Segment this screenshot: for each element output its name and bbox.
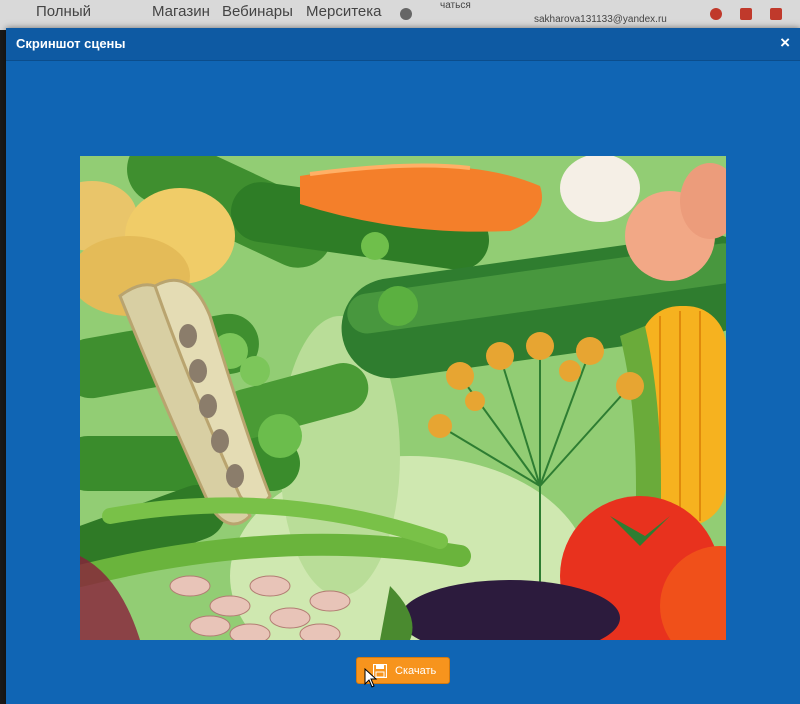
bg-settings-icon[interactable] (740, 8, 752, 20)
screenshot-modal: Скриншот сцены × Скачать (6, 28, 800, 704)
modal-title: Скриншот сцены (16, 36, 126, 51)
background-page-nav: Полный Магазин Вебинары Мерситека чаться… (0, 0, 800, 30)
bg-notification-icon[interactable] (710, 8, 722, 20)
close-button[interactable]: × (780, 33, 790, 53)
bg-user-email: sakharova131133@yandex.ru (534, 14, 667, 25)
bg-nav-item-library[interactable]: Мерситека (306, 3, 382, 20)
bg-nav-item-webinars[interactable]: Вебинары (222, 3, 293, 20)
mouse-cursor-icon (364, 668, 378, 688)
bg-nav-item-chat[interactable]: чаться (440, 0, 471, 11)
modal-header: Скриншот сцены × (6, 28, 800, 61)
bg-user-icon (400, 8, 412, 20)
vegetables-illustration (80, 156, 726, 640)
scene-screenshot-image (80, 156, 726, 640)
bg-help-icon[interactable] (770, 8, 782, 20)
download-button-label: Скачать (395, 665, 437, 677)
bg-nav-item-full[interactable]: Полный (36, 3, 91, 20)
bg-nav-item-shop[interactable]: Магазин (152, 3, 210, 20)
